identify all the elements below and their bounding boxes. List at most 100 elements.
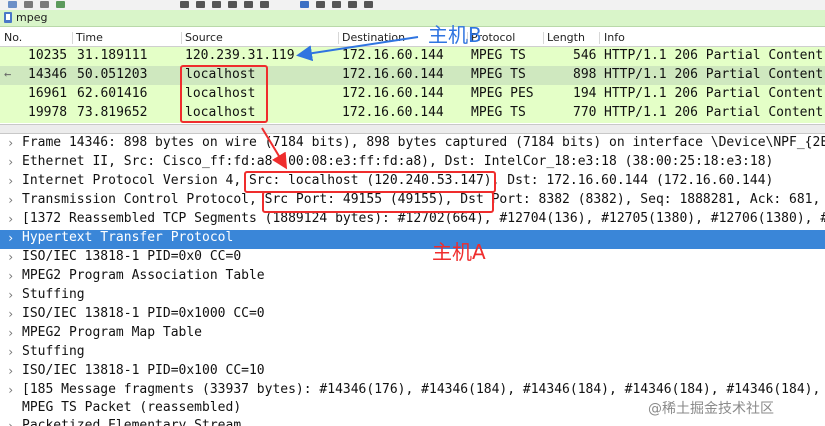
chevron-right-icon[interactable]: › [7,307,14,321]
packet-row[interactable]: 19978 73.819652 localhost 172.16.60.144 … [0,104,825,123]
packet-destination: 172.16.60.144 [342,48,444,63]
detail-row-pid-0x0[interactable]: › ISO/IEC 13818-1 PID=0x0 CC=0 [0,249,825,268]
detail-text: MPEG TS Packet (reassembled) [22,400,242,415]
open-icon[interactable] [8,1,17,8]
packet-time: 50.051203 [77,67,148,82]
colorize-icon[interactable] [316,1,325,8]
detail-text: Frame 14346: 898 bytes on wire (7184 bit… [22,135,825,150]
first-icon[interactable] [244,1,253,8]
close-icon[interactable] [40,1,49,8]
packet-length: 898 [573,67,597,82]
packet-no: 10235 [28,48,68,63]
packet-time: 31.189111 [77,48,148,63]
packet-length: 194 [573,86,597,101]
detail-row-pat[interactable]: › MPEG2 Program Association Table [0,268,825,287]
packet-protocol: MPEG PES [471,86,534,101]
chevron-right-icon[interactable]: › [7,326,14,340]
detail-row-stuffing[interactable]: › Stuffing [0,344,825,363]
column-header-source[interactable]: Source [185,31,223,45]
packet-row-selected[interactable]: ← 14346 50.051203 localhost 172.16.60.14… [0,66,825,85]
detail-row-http[interactable]: › Hypertext Transfer Protocol [0,230,825,249]
packet-protocol: MPEG TS [471,67,526,82]
host-b-label: 主机B [428,23,482,47]
column-header-info[interactable]: Info [604,31,625,45]
packet-length: 546 [573,48,597,63]
last-icon[interactable] [260,1,269,8]
packet-info: HTTP/1.1 206 Partial Content [604,105,824,120]
column-header-destination[interactable]: Destination [342,31,405,45]
detail-row-pid-0x100[interactable]: › ISO/IEC 13818-1 PID=0x100 CC=10 [0,363,825,382]
detail-row-reassembled-tcp[interactable]: › [1372 Reassembled TCP Segments (188912… [0,211,825,230]
packet-destination: 172.16.60.144 [342,105,444,120]
chevron-right-icon[interactable]: › [7,193,14,207]
back-icon[interactable] [196,1,205,8]
chevron-right-icon[interactable]: › [7,383,14,397]
forward-icon[interactable] [212,1,221,8]
packet-no: 19978 [28,105,68,120]
packet-time: 73.819652 [77,105,148,120]
packet-time: 62.601416 [77,86,148,101]
detail-text: [185 Message fragments (33937 bytes): #1… [22,382,821,397]
main-toolbar [0,0,825,10]
detail-text: ISO/IEC 13818-1 PID=0x0 CC=0 [22,249,242,264]
packet-protocol: MPEG TS [471,48,526,63]
chevron-right-icon[interactable]: › [7,212,14,226]
reload-icon[interactable] [56,1,65,8]
chevron-right-icon[interactable]: › [7,419,14,426]
chevron-right-icon[interactable]: › [7,174,14,188]
chevron-right-icon[interactable]: › [7,269,14,283]
goto-icon[interactable] [228,1,237,8]
column-header-no[interactable]: No. [4,31,22,45]
detail-text: Stuffing [22,287,85,302]
packet-no: 14346 [28,67,68,82]
chevron-right-icon[interactable]: › [7,155,14,169]
detail-row-stuffing[interactable]: › Stuffing [0,287,825,306]
chevron-right-icon[interactable]: › [7,288,14,302]
highlight-localhost-sources [180,65,268,123]
zoom-in-icon[interactable] [332,1,341,8]
detail-text: Ethernet II, Src: Cisco_ff:fd:a8 (00:08:… [22,154,774,169]
packet-row[interactable]: 16961 62.601416 localhost 172.16.60.144 … [0,85,825,104]
packet-row[interactable]: 10235 31.189111 120.239.31.119 172.16.60… [0,47,825,66]
packet-destination: 172.16.60.144 [342,86,444,101]
highlight-src-ip [244,171,496,193]
detail-text: MPEG2 Program Map Table [22,325,203,340]
column-header-length[interactable]: Length [547,31,585,45]
packet-protocol: MPEG TS [471,105,526,120]
autoscroll-icon[interactable] [300,1,309,8]
chevron-right-icon[interactable]: › [7,136,14,150]
packet-source: 120.239.31.119 [185,48,295,63]
detail-text: [1372 Reassembled TCP Segments (1889124 … [22,211,825,226]
display-filter-input[interactable]: mpeg [16,11,47,24]
chevron-right-icon[interactable]: › [7,345,14,359]
chevron-right-icon[interactable]: › [7,250,14,264]
packet-list-header: No. Time Source Destination Protocol Len… [0,30,825,47]
chevron-right-icon[interactable]: › [7,364,14,378]
packet-length: 770 [573,105,597,120]
packet-info: HTTP/1.1 206 Partial Content [604,67,824,82]
chevron-right-icon[interactable]: › [7,231,14,245]
packet-info: HTTP/1.1 206 Partial Content [604,86,824,101]
pane-splitter[interactable] [0,124,825,134]
column-header-time[interactable]: Time [76,31,103,45]
packet-destination: 172.16.60.144 [342,67,444,82]
bookmark-icon[interactable] [4,12,12,23]
host-a-label: 主机A [432,240,486,264]
detail-text: ISO/IEC 13818-1 PID=0x1000 CC=0 [22,306,265,321]
zoom-out-icon[interactable] [348,1,357,8]
detail-row-frame[interactable]: › Frame 14346: 898 bytes on wire (7184 b… [0,135,825,154]
detail-text: MPEG2 Program Association Table [22,268,265,283]
detail-row-pmt[interactable]: › MPEG2 Program Map Table [0,325,825,344]
detail-text: Stuffing [22,344,85,359]
detail-text: Hypertext Transfer Protocol [22,230,234,245]
save-icon[interactable] [24,1,33,8]
selected-marker-icon: ← [4,67,12,81]
highlight-src-port [262,191,494,213]
detail-row-pid-0x1000[interactable]: › ISO/IEC 13818-1 PID=0x1000 CC=0 [0,306,825,325]
zoom-reset-icon[interactable] [364,1,373,8]
wireshark-window: mpeg No. Time Source Destination Protoco… [0,0,825,426]
detail-row-pes[interactable]: › Packetized Elementary Stream [0,418,825,426]
search-icon[interactable] [180,1,189,8]
display-filter-bar[interactable]: mpeg [0,10,825,27]
detail-text: Packetized Elementary Stream [22,418,242,426]
